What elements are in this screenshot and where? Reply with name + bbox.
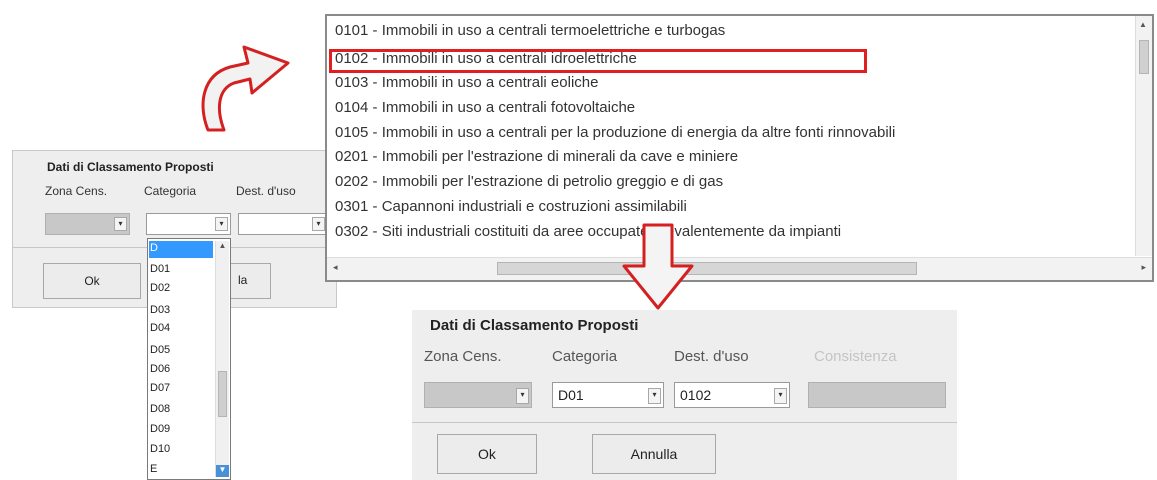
down-arrow-icon (622, 223, 694, 310)
dropdown-item-d06[interactable]: D06 (150, 363, 170, 375)
scroll-thumb[interactable] (1139, 40, 1149, 74)
zona-cens-select: ▾ (424, 382, 532, 408)
categoria-label: Categoria (144, 184, 197, 198)
categoria-dropdown-list[interactable]: D D01 D02 D03 D04 D05 D06 D07 D08 D09 D1… (147, 238, 231, 480)
consistenza-field (808, 382, 946, 408)
curved-arrow-icon (201, 45, 290, 132)
chevron-down-icon[interactable]: ▾ (215, 217, 228, 231)
ok-button[interactable]: Ok (437, 434, 537, 474)
categoria-select[interactable]: ▾ (146, 213, 231, 235)
consistenza-label: Consistenza (814, 348, 897, 365)
dest-uso-label: Dest. d'uso (674, 348, 749, 365)
list-item[interactable]: 0302 - Siti industriali costituiti da ar… (335, 223, 841, 240)
list-item[interactable]: 0105 - Immobili in uso a centrali per la… (335, 124, 895, 141)
scroll-left-icon[interactable]: ◂ (333, 262, 338, 273)
chevron-down-icon: ▾ (516, 388, 529, 404)
dropdown-item-d04[interactable]: D04 (150, 322, 170, 334)
bottom-dialog: Dati di Classamento Proposti Zona Cens. … (412, 310, 957, 480)
chevron-down-icon[interactable]: ▾ (312, 217, 325, 231)
dropdown-item-d10[interactable]: D10 (150, 443, 170, 455)
dropdown-item-d[interactable]: D (150, 242, 158, 254)
scroll-up-icon[interactable]: ▲ (216, 241, 229, 253)
scroll-thumb[interactable] (497, 262, 917, 275)
annulla-label: la (238, 273, 248, 287)
scroll-thumb[interactable] (218, 371, 227, 417)
list-item[interactable]: 0101 - Immobili in uso a centrali termoe… (335, 22, 725, 39)
dropdown-item-d02[interactable]: D02 (150, 282, 170, 294)
categoria-label: Categoria (552, 348, 618, 365)
dest-uso-value: 0102 (680, 387, 712, 403)
list-item[interactable]: 0103 - Immobili in uso a centrali eolich… (335, 74, 598, 91)
dropdown-item-d01[interactable]: D01 (150, 263, 170, 275)
dropdown-scrollbar[interactable]: ▲ ▼ (215, 241, 229, 477)
dest-uso-label: Dest. d'uso (236, 184, 296, 198)
dropdown-item-d09[interactable]: D09 (150, 423, 170, 435)
list-item[interactable]: 0202 - Immobili per l'estrazione di petr… (335, 173, 723, 190)
zona-cens-label: Zona Cens. (424, 348, 502, 365)
scroll-up-icon[interactable]: ▲ (1139, 20, 1147, 29)
dest-uso-select[interactable]: 0102 ▾ (674, 382, 790, 408)
chevron-down-icon: ▾ (114, 217, 127, 231)
dest-uso-select[interactable]: ▾ (238, 213, 328, 235)
dialog-title: Dati di Classamento Proposti (430, 317, 639, 334)
scroll-right-icon[interactable]: ▸ (1141, 262, 1146, 273)
zona-cens-select: ▾ (45, 213, 130, 235)
dropdown-item-e[interactable]: E (150, 463, 157, 475)
annulla-button[interactable]: Annulla (592, 434, 716, 474)
ok-button[interactable]: Ok (43, 263, 141, 299)
dest-uso-listbox[interactable]: 0101 - Immobili in uso a centrali termoe… (325, 14, 1154, 282)
list-item[interactable]: 0104 - Immobili in uso a centrali fotovo… (335, 99, 635, 116)
vertical-scrollbar[interactable]: ▲ (1135, 16, 1152, 256)
dropdown-item-d03[interactable]: D03 (150, 304, 170, 316)
list-item[interactable]: 0301 - Capannoni industriali e costruzio… (335, 198, 687, 215)
zona-cens-label: Zona Cens. (45, 184, 108, 198)
list-item[interactable]: 0201 - Immobili per l'estrazione di mine… (335, 148, 738, 165)
dropdown-item-d05[interactable]: D05 (150, 344, 170, 356)
dialog-title: Dati di Classamento Proposti (47, 160, 214, 174)
chevron-down-icon[interactable]: ▾ (774, 388, 787, 404)
dropdown-item-d07[interactable]: D07 (150, 382, 170, 394)
chevron-down-icon[interactable]: ▾ (648, 388, 661, 404)
categoria-value: D01 (558, 387, 584, 403)
categoria-select[interactable]: D01 ▾ (552, 382, 664, 408)
highlight-box (329, 49, 867, 73)
horizontal-scrollbar[interactable]: ◂ ▸ (327, 257, 1152, 280)
dropdown-item-d08[interactable]: D08 (150, 403, 170, 415)
scroll-down-icon[interactable]: ▼ (216, 465, 229, 477)
